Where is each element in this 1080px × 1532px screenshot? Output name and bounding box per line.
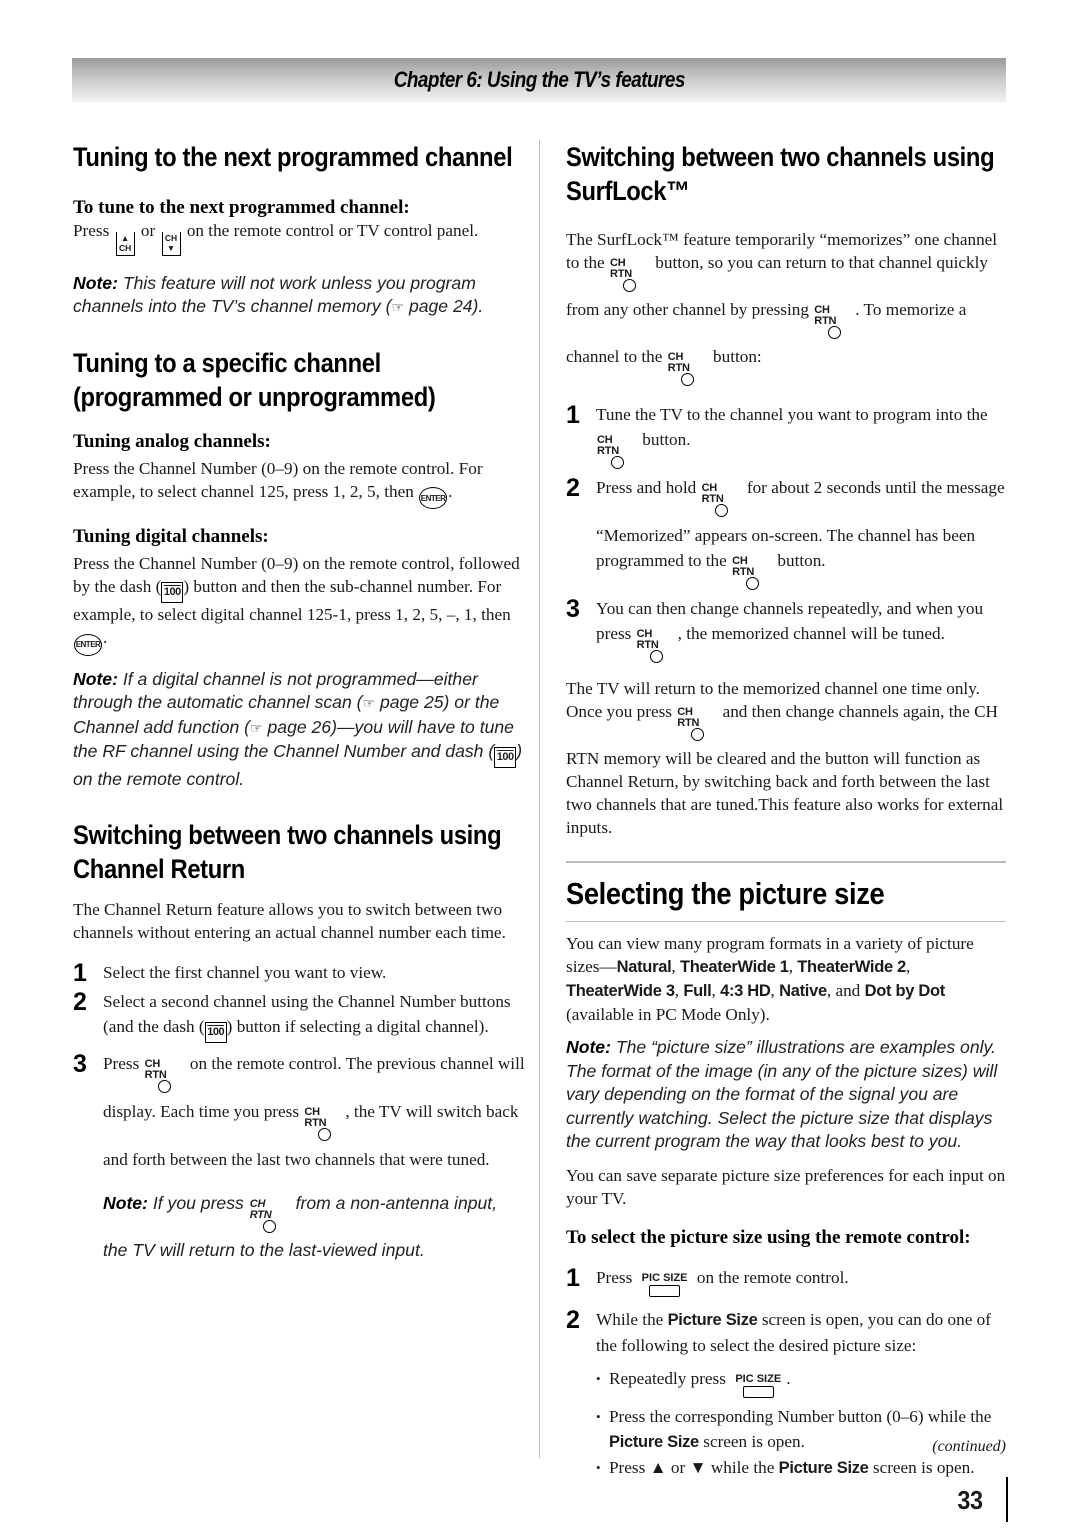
step-item: 3 Press CH RTN on the remote control. Th… (73, 1049, 525, 1169)
paragraph-channel-return-intro: The Channel Return feature allows you to… (73, 899, 506, 942)
ch-rtn-button-icon: CH RTN (637, 629, 677, 663)
step-item: 3 You can then change channels repeatedl… (566, 596, 1006, 669)
subheading-digital: Tuning digital channels: (73, 526, 269, 547)
note-next-programmed: Note: This feature will not work unless … (73, 272, 484, 317)
ch-rtn-button-icon: CH RTN (677, 707, 717, 741)
column-divider (539, 140, 540, 1458)
pic-size-button-icon: PIC SIZE (639, 1272, 691, 1297)
pic-size-button-icon: PIC SIZE (732, 1373, 784, 1398)
note-channel-return: Note: If you press CH RTN from a non-ant… (103, 1192, 498, 1260)
picture-size-steps: 1 Press PIC SIZE on the remote control. … (566, 1265, 1006, 1358)
picture-size-options: Repeatedly press PIC SIZE. Press the cor… (566, 1366, 1006, 1481)
continued-label: (continued) (932, 1438, 1006, 1455)
dash-button-icon: 100 (204, 1021, 227, 1043)
surflock-steps: 1 Tune the TV to the channel you want to… (566, 402, 1006, 669)
step-item: 1 Select the first channel you want to v… (73, 958, 387, 987)
chapter-title: Chapter 6: Using the TV’s features (393, 67, 685, 92)
paragraph-picture-size-intro: You can view many program formats in a v… (566, 934, 974, 1024)
subheading-remote-picture-size: To select the picture size using the rem… (566, 1226, 971, 1248)
page-reference-link[interactable]: page 24). (409, 296, 483, 316)
bullet-item: Repeatedly press PIC SIZE. (596, 1366, 1006, 1404)
step-item: 2 Select a second channel using the Chan… (73, 989, 525, 1043)
section-title-specific-channel: Tuning to a specific channel (programmed… (73, 347, 436, 412)
ch-rtn-button-icon: CH RTN (304, 1106, 344, 1141)
ch-rtn-button-icon: CH RTN (732, 556, 772, 590)
page-number: 33 (957, 1485, 983, 1515)
page-number-rule (1006, 1477, 1008, 1522)
left-column: Tuning to the next programmed channel To… (73, 140, 525, 1262)
ch-rtn-button-icon: CH RTN (814, 305, 854, 339)
paragraph-analog: Press the Channel Number (0–9) on the re… (73, 457, 525, 509)
section-title-channel-return: Switching between two channels using Cha… (73, 819, 502, 884)
ch-rtn-button-icon: CH RTN (250, 1198, 290, 1233)
arrow-down-icon: ▼ (689, 1457, 707, 1477)
paragraph-save-preferences: You can save separate picture size prefe… (566, 1165, 1006, 1208)
ch-down-button-icon: CH ▼ (161, 231, 181, 256)
step-item: 1 Tune the TV to the channel you want to… (566, 402, 1006, 475)
bullet-item: Press ▲ or ▼ while the Picture Size scre… (596, 1455, 1006, 1481)
section-title-picture-size: Selecting the picture size (566, 875, 885, 911)
pointing-hand-icon: ☞ (391, 299, 405, 315)
paragraph-next-programmed: Press ▲ CH or CH ▼ on the remote control o… (73, 219, 525, 256)
dash-button-icon: 100 (161, 582, 184, 603)
section-divider (566, 861, 1006, 863)
channel-return-steps: 1 Select the first channel you want to v… (73, 960, 525, 1172)
section-title-next-programmed: Tuning to the next programmed channel (73, 142, 513, 172)
step-item: 2 While the Picture Size screen is open,… (566, 1305, 991, 1355)
ch-rtn-button-icon: CH RTN (610, 258, 650, 292)
paragraph-surflock-intro: The SurfLock™ feature temporarily “memor… (566, 228, 1006, 392)
dash-button-icon: 100 (494, 747, 517, 769)
subheading-analog: Tuning analog channels: (73, 430, 271, 452)
ch-rtn-button-icon: CH RTN (145, 1058, 185, 1093)
paragraph-surflock-outro: The TV will return to the memorized chan… (566, 679, 1004, 837)
enter-button-icon: ENTER (419, 487, 448, 509)
right-column: Switching between two channels using Sur… (566, 140, 1006, 1481)
note-digital: Note: If a digital channel is not progra… (73, 668, 523, 790)
ch-rtn-button-icon: CH RTN (702, 483, 742, 517)
section-title-surflock: Switching between two channels using Sur… (566, 142, 995, 206)
step-item: 1 Press PIC SIZE on the remote control. (566, 1265, 1006, 1303)
enter-button-icon: ENTER (74, 633, 102, 656)
pointing-hand-icon: ☞ (250, 719, 263, 736)
pointing-hand-icon: ☞ (362, 695, 376, 711)
step-item: 2 Press and hold CH RTN for about 2 seco… (566, 475, 1006, 596)
chapter-header-bar: Chapter 6: Using the TV’s features (72, 58, 1006, 102)
ch-rtn-button-icon: CH RTN (597, 435, 637, 469)
ch-up-button-icon: ▲ CH (115, 231, 135, 256)
paragraph-digital: Press the Channel Number (0–9) on the re… (73, 552, 525, 656)
section-divider (566, 920, 1006, 922)
note-picture-size: Note: The “picture size” illustrations a… (566, 1037, 998, 1151)
arrow-up-icon: ▲ (649, 1457, 667, 1477)
subheading-next-programmed: To tune to the next programmed channel: (73, 197, 410, 218)
ch-rtn-button-icon: CH RTN (668, 352, 708, 386)
